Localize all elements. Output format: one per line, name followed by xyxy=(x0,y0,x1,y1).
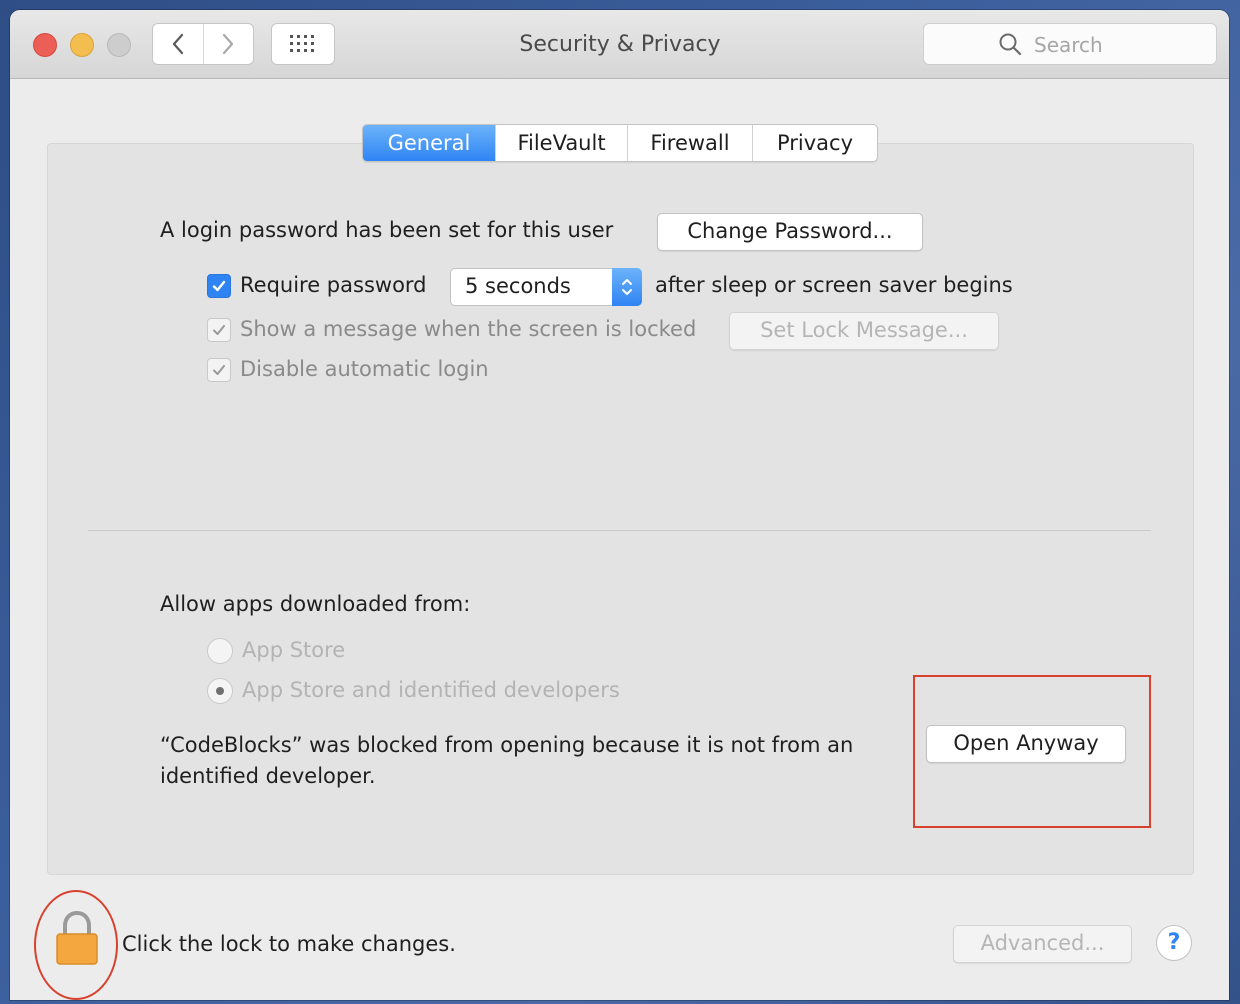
back-forward-group xyxy=(152,23,254,65)
chevron-right-icon xyxy=(223,33,234,55)
change-password-button[interactable]: Change Password... xyxy=(657,213,923,251)
checkmark-icon xyxy=(212,280,226,292)
radio-app-store-label: App Store xyxy=(242,638,346,662)
set-lock-message-button[interactable]: Set Lock Message... xyxy=(729,312,999,350)
checkmark-icon xyxy=(213,365,225,375)
tab-bar: General FileVault Firewall Privacy xyxy=(362,124,878,162)
close-window-button[interactable] xyxy=(33,33,57,57)
tab-general[interactable]: General xyxy=(363,125,495,161)
search-field[interactable] xyxy=(923,23,1217,65)
require-password-label: Require password xyxy=(240,273,427,297)
show-all-button[interactable] xyxy=(271,23,335,65)
require-password-checkbox[interactable] xyxy=(207,274,231,298)
back-button[interactable] xyxy=(153,24,203,64)
title-bar: Security & Privacy xyxy=(10,10,1229,79)
show-message-checkbox[interactable] xyxy=(207,318,231,342)
chevron-left-icon xyxy=(172,33,183,55)
search-input[interactable] xyxy=(1032,30,1206,60)
window-title: Security & Privacy xyxy=(519,32,721,57)
security-privacy-window: Security & Privacy General FileVault Fir… xyxy=(10,10,1229,1000)
grid-icon xyxy=(290,35,314,52)
annotation-highlight-circle xyxy=(34,890,118,1000)
help-button[interactable]: ? xyxy=(1156,925,1192,961)
tab-filevault[interactable]: FileVault xyxy=(495,125,627,161)
tab-firewall[interactable]: Firewall xyxy=(627,125,752,161)
lock-text: Click the lock to make changes. xyxy=(122,932,456,956)
minimize-window-button[interactable] xyxy=(70,33,94,57)
radio-identified-developers-label: App Store and identified developers xyxy=(242,678,620,702)
checkmark-icon xyxy=(213,325,225,335)
radio-selected-dot xyxy=(216,687,224,695)
blocked-message-line1: “CodeBlocks” was blocked from opening be… xyxy=(160,733,854,757)
disable-auto-login-label: Disable automatic login xyxy=(240,357,489,381)
zoom-window-button[interactable] xyxy=(107,33,131,57)
annotation-highlight-box xyxy=(913,675,1151,828)
show-message-label: Show a message when the screen is locked xyxy=(240,317,697,341)
disable-auto-login-checkbox[interactable] xyxy=(207,358,231,382)
allow-apps-heading: Allow apps downloaded from: xyxy=(160,592,471,616)
login-password-text: A login password has been set for this u… xyxy=(160,218,614,242)
radio-app-store[interactable] xyxy=(207,638,233,664)
blocked-message-line2: identified developer. xyxy=(160,764,376,788)
password-delay-value: 5 seconds xyxy=(465,274,571,298)
up-down-chevron-icon xyxy=(612,268,642,306)
search-icon xyxy=(999,33,1022,56)
after-sleep-text: after sleep or screen saver begins xyxy=(655,273,1013,297)
section-divider xyxy=(88,530,1151,531)
tab-privacy[interactable]: Privacy xyxy=(752,125,877,161)
password-delay-select[interactable]: 5 seconds xyxy=(450,268,642,306)
forward-button[interactable] xyxy=(202,24,254,64)
advanced-button[interactable]: Advanced... xyxy=(953,925,1132,963)
radio-identified-developers[interactable] xyxy=(207,678,233,704)
